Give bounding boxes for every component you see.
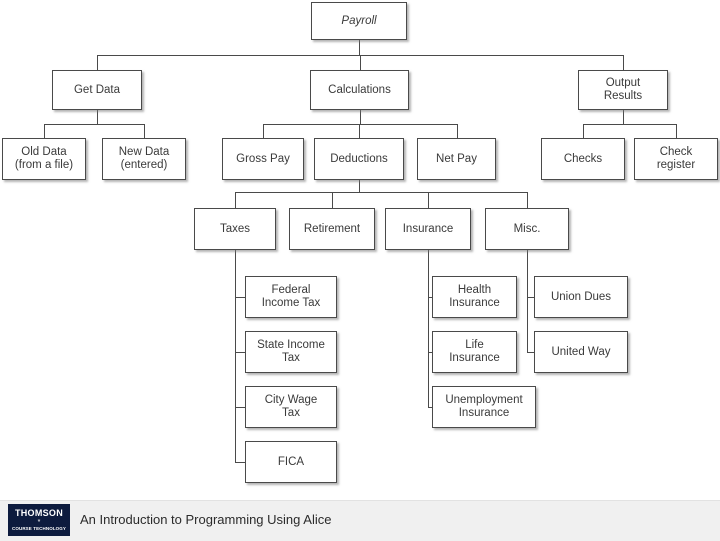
logo-line-2: * [37, 518, 41, 526]
edge-deductions-insurance [428, 192, 429, 208]
edge-calculations-gross_pay [263, 124, 264, 138]
slide-footer-text: An Introduction to Programming Using Ali… [80, 512, 332, 527]
node-checks: Checks [541, 138, 625, 180]
edge-deductions-retirement [332, 192, 333, 208]
edge-payroll-output_results [623, 55, 624, 70]
edge-deductions-stem [359, 180, 360, 192]
edge-taxes-spine [235, 250, 236, 462]
edge-payroll-get_data [97, 55, 98, 70]
edge-misc-spine [527, 250, 528, 352]
edge-payroll-calculations [359, 55, 361, 70]
thomson-course-technology-logo: THOMSON * COURSE TECHNOLOGY [8, 504, 70, 536]
edge-calculations-stem [359, 110, 361, 124]
edge-output_results-bus [583, 124, 676, 125]
node-life_ins: Life Insurance [432, 331, 517, 373]
logo-line-3: COURSE TECHNOLOGY [12, 525, 66, 531]
edge-get_data-bus [44, 124, 144, 125]
node-get_data: Get Data [52, 70, 142, 110]
node-payroll: Payroll [311, 2, 407, 40]
node-insurance: Insurance [385, 208, 471, 250]
edge-taxes-state_tax [235, 352, 245, 353]
edge-calculations-deductions [359, 124, 360, 138]
node-state_tax: State Income Tax [245, 331, 337, 373]
node-calculations: Calculations [310, 70, 409, 110]
node-old_data: Old Data (from a file) [2, 138, 86, 180]
node-taxes: Taxes [194, 208, 276, 250]
edge-taxes-fica [235, 462, 245, 463]
edge-deductions-taxes [235, 192, 236, 208]
node-check_register: Check register [634, 138, 718, 180]
edge-calculations-net_pay [456, 124, 458, 138]
node-net_pay: Net Pay [417, 138, 496, 180]
node-gross_pay: Gross Pay [222, 138, 304, 180]
edge-misc-union_dues [527, 297, 534, 298]
node-city_tax: City Wage Tax [245, 386, 337, 428]
edge-payroll-stem [359, 40, 360, 55]
hierarchy-chart: Payroll Get Data Calculations Output Result… [0, 0, 720, 500]
node-federal_tax: Federal Income Tax [245, 276, 337, 318]
node-new_data: New Data (entered) [102, 138, 186, 180]
edge-output_results-stem [623, 110, 624, 124]
node-deductions: Deductions [314, 138, 404, 180]
edge-deductions-misc [527, 192, 528, 208]
edge-taxes-federal_tax [235, 297, 245, 298]
edge-misc-united_way [527, 352, 534, 353]
edge-taxes-city_tax [235, 407, 245, 408]
edge-output_results-checks [583, 124, 584, 138]
node-united_way: United Way [534, 331, 628, 373]
node-health_ins: Health Insurance [432, 276, 517, 318]
edge-insurance-spine [428, 250, 429, 407]
logo-line-1: THOMSON [14, 507, 64, 518]
node-output_results: Output Results [578, 70, 668, 110]
edge-deductions-bus [235, 192, 527, 193]
node-union_dues: Union Dues [534, 276, 628, 318]
edge-get_data-stem [97, 110, 98, 124]
node-retirement: Retirement [289, 208, 375, 250]
node-misc: Misc. [485, 208, 569, 250]
node-fica: FICA [245, 441, 337, 483]
edge-get_data-new_data [144, 124, 145, 138]
node-unemployment: Unemployment Insurance [432, 386, 536, 428]
edge-output_results-check_register [676, 124, 677, 138]
edge-get_data-old_data [44, 124, 45, 138]
